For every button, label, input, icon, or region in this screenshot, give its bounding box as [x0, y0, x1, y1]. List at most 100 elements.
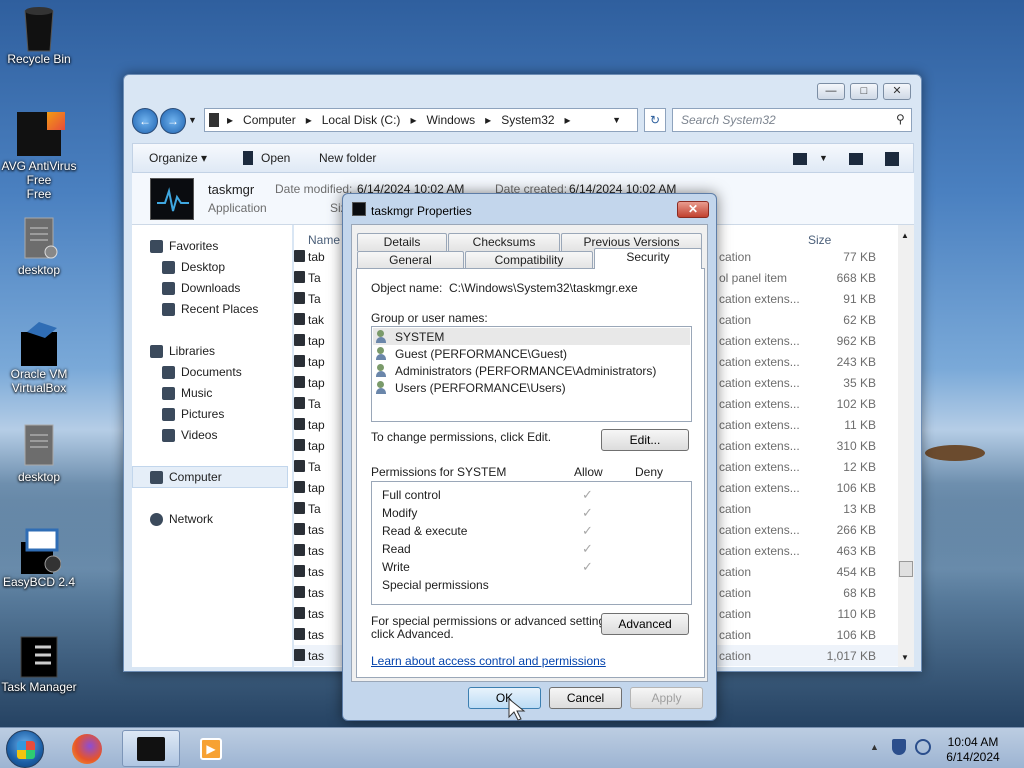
breadcrumb-windows[interactable]: Windows: [426, 113, 475, 127]
virtualbox-icon: [17, 320, 61, 366]
desktop-background-rock: [925, 445, 985, 461]
nav-downloads[interactable]: Downloads: [162, 281, 240, 295]
show-hidden-icons-icon[interactable]: ▲: [870, 742, 879, 752]
desktop-icon-recycle-bin[interactable]: Recycle Bin: [0, 5, 78, 66]
nav-recent-places[interactable]: Recent Places: [162, 302, 258, 316]
scroll-up-icon[interactable]: ▲: [901, 231, 909, 240]
nav-music[interactable]: Music: [162, 386, 212, 400]
file-icon: [294, 313, 305, 325]
breadcrumb-local-disk[interactable]: Local Disk (C:): [322, 113, 401, 127]
file-icon: [294, 460, 305, 472]
file-type: cation extens...: [719, 418, 800, 432]
user-users[interactable]: Users (PERFORMANCE\Users): [376, 379, 566, 396]
breadcrumb-separator-icon: ▸: [485, 113, 492, 127]
users-icon: [376, 329, 391, 344]
desktop-icon-label: Oracle VM VirtualBox: [10, 367, 68, 395]
desktop-icon-desktop-2[interactable]: desktop: [0, 423, 78, 484]
file-name: tas: [308, 628, 325, 642]
nav-desktop[interactable]: Desktop: [162, 260, 225, 274]
maximize-button[interactable]: □: [850, 83, 878, 100]
users-icon: [376, 380, 391, 395]
nav-videos[interactable]: Videos: [162, 428, 217, 442]
recent-places-icon: [162, 302, 175, 316]
nav-computer[interactable]: Computer: [150, 470, 222, 484]
learn-more-link[interactable]: Learn about access control and permissio…: [371, 654, 606, 668]
desktop-icon-desktop-1[interactable]: desktop: [0, 216, 78, 277]
command-bar: Organize ▾ Open New folder ▼: [132, 143, 914, 173]
perm-read-execute: Read & execute ✓: [382, 523, 593, 538]
file-list-scrollbar[interactable]: ▲ ▼: [898, 225, 914, 667]
desktop-icon-avg[interactable]: AVG AntiVirus Free Free: [0, 112, 78, 201]
taskbar-firefox[interactable]: [60, 730, 118, 767]
address-dropdown-icon[interactable]: ▼: [612, 115, 621, 125]
taskbar-media-player[interactable]: ▶: [184, 730, 242, 767]
user-administrators[interactable]: Administrators (PERFORMANCE\Administrato…: [376, 362, 656, 379]
organize-menu[interactable]: Organize ▾: [149, 151, 207, 165]
tab-compatibility[interactable]: Compatibility: [465, 251, 593, 269]
edit-button[interactable]: Edit...: [601, 429, 689, 451]
user-system[interactable]: SYSTEM: [376, 328, 444, 345]
breadcrumb-system32[interactable]: System32: [501, 113, 554, 127]
scroll-down-icon[interactable]: ▼: [901, 653, 909, 662]
security-shield-icon[interactable]: [892, 739, 906, 755]
tab-details[interactable]: Details: [357, 233, 447, 251]
back-button[interactable]: ←: [132, 108, 158, 134]
column-size[interactable]: Size: [808, 233, 831, 247]
users-list[interactable]: SYSTEM Guest (PERFORMANCE\Guest) Adminis…: [371, 326, 692, 422]
view-icon[interactable]: [793, 153, 807, 165]
file-icon: [294, 544, 305, 556]
forward-button[interactable]: →: [160, 108, 186, 134]
allow-checkmark-icon: ✓: [582, 541, 593, 556]
breadcrumb-computer[interactable]: Computer: [243, 113, 296, 127]
file-type: cation: [719, 313, 752, 327]
nav-documents[interactable]: Documents: [162, 365, 242, 379]
ok-button[interactable]: OK: [468, 687, 541, 709]
file-name: tap: [308, 334, 325, 348]
preview-pane-icon[interactable]: [849, 153, 863, 165]
media-player-icon: ▶: [200, 738, 222, 760]
file-size: 12 KB: [843, 460, 876, 474]
open-icon: [243, 151, 253, 165]
file-type: cation extens...: [719, 376, 800, 390]
file-size: 463 KB: [836, 544, 876, 558]
apply-button[interactable]: Apply: [630, 687, 703, 709]
start-button[interactable]: [6, 730, 44, 768]
new-folder-button[interactable]: New folder: [319, 151, 376, 165]
help-icon[interactable]: [885, 152, 899, 166]
breadcrumb-separator-icon: ▸: [305, 113, 312, 127]
desktop-icon-task-manager[interactable]: Task Manager: [0, 633, 78, 694]
refresh-icon[interactable]: ↻: [644, 108, 666, 132]
tab-security[interactable]: Security: [594, 248, 702, 269]
file-size: 106 KB: [836, 628, 876, 642]
view-dropdown-icon[interactable]: ▼: [819, 153, 828, 163]
address-bar[interactable]: ▸ Computer ▸ Local Disk (C:) ▸ Windows ▸…: [204, 108, 638, 132]
open-button[interactable]: Open: [243, 151, 290, 165]
advanced-button[interactable]: Advanced: [601, 613, 689, 635]
cancel-button[interactable]: Cancel: [549, 687, 622, 709]
tab-general[interactable]: General: [357, 251, 464, 269]
dialog-close-button[interactable]: ✕: [677, 201, 709, 218]
desktop-icon-easybcd[interactable]: EasyBCD 2.4: [0, 528, 78, 589]
column-name[interactable]: Name: [308, 233, 340, 247]
system-clock[interactable]: 10:04 AM 6/14/2024: [938, 735, 1008, 765]
window-close-button[interactable]: ✕: [883, 83, 911, 100]
clock-date: 6/14/2024: [946, 750, 1000, 764]
breadcrumb-separator-icon: ▸: [227, 113, 234, 127]
file-type: cation extens...: [719, 460, 800, 474]
network-status-icon[interactable]: [915, 739, 931, 755]
user-guest[interactable]: Guest (PERFORMANCE\Guest): [376, 345, 567, 362]
desktop-icon-virtualbox[interactable]: Oracle VM VirtualBox: [0, 320, 78, 395]
history-dropdown-icon[interactable]: ▼: [188, 115, 197, 125]
nav-favorites[interactable]: Favorites: [150, 239, 218, 253]
search-icon[interactable]: ⚲: [896, 112, 905, 126]
desktop-icon-label: Task Manager: [1, 680, 77, 694]
minimize-button[interactable]: —: [817, 83, 845, 100]
search-input[interactable]: Search System32: [672, 108, 912, 132]
nav-libraries[interactable]: Libraries: [150, 344, 215, 358]
tab-checksums[interactable]: Checksums: [448, 233, 560, 251]
taskbar-explorer[interactable]: [122, 730, 180, 767]
nav-pictures[interactable]: Pictures: [162, 407, 224, 421]
permissions-list[interactable]: Full control ✓ Modify ✓ Read & execute ✓ Re…: [371, 481, 692, 605]
scroll-thumb[interactable]: [899, 561, 913, 577]
nav-network[interactable]: Network: [150, 512, 213, 526]
